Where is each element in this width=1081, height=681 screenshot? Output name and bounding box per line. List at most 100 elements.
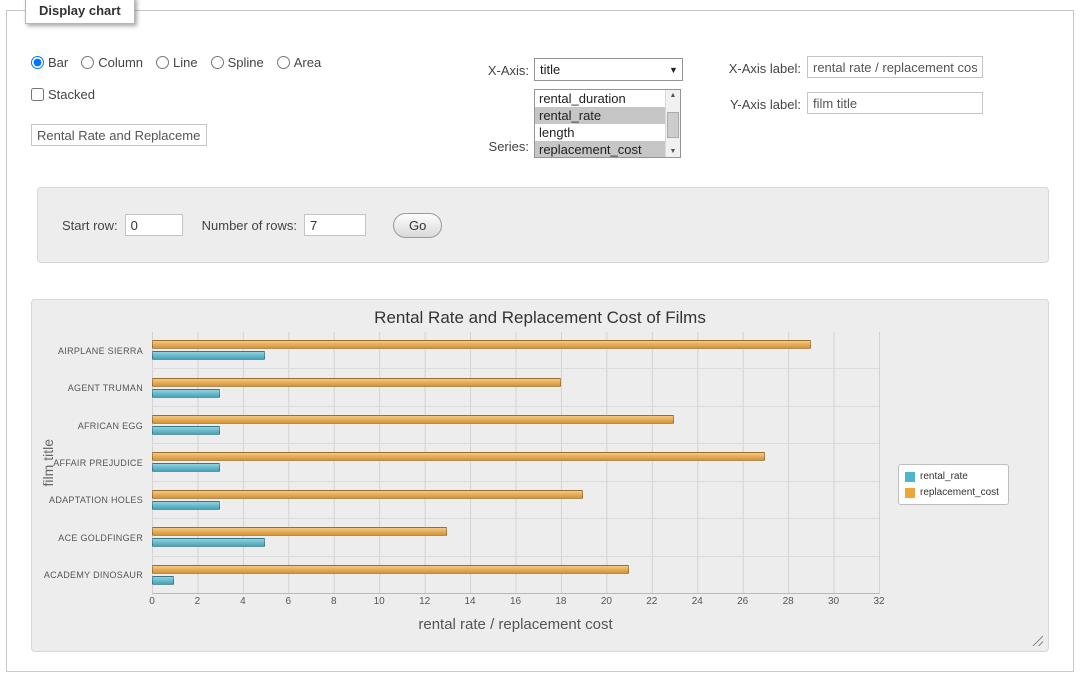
- x-tick-label: 0: [149, 596, 155, 607]
- scroll-up-icon[interactable]: ▲: [666, 92, 680, 99]
- bar-rental_rate[interactable]: [152, 538, 265, 547]
- bar-replacement_cost[interactable]: [152, 378, 561, 387]
- rows-panel: Start row: Number of rows: Go: [37, 187, 1049, 263]
- x-tick-label: 20: [601, 596, 612, 607]
- bar-rental_rate[interactable]: [152, 351, 265, 360]
- x-tick-label: 12: [419, 596, 430, 607]
- chart-title: Rental Rate and Replacement Cost of Film…: [32, 308, 1048, 328]
- bar-group: [152, 518, 879, 555]
- x-tick-label: 28: [783, 596, 794, 607]
- x-tick-label: 14: [465, 596, 476, 607]
- x-axis-ticks: 02468101214161820222426283032: [152, 596, 879, 608]
- chart-body: AIRPLANE SIERRAAGENT TRUMANAFRICAN EGGAF…: [32, 332, 880, 594]
- x-tick-label: 32: [873, 596, 884, 607]
- x-tick-label: 24: [692, 596, 703, 607]
- bar-rental_rate[interactable]: [152, 426, 220, 435]
- chart-type-group: Bar Column Line Spline Area: [31, 55, 321, 70]
- x-axis-selected-value: title: [535, 62, 665, 77]
- chart-type-spline-label: Spline: [228, 55, 264, 70]
- bar-replacement_cost[interactable]: [152, 490, 583, 499]
- num-rows-label: Number of rows:: [202, 218, 297, 233]
- series-listbox-label: Series:: [417, 139, 529, 154]
- scroll-down-icon[interactable]: ▼: [666, 148, 680, 155]
- x-axis-select[interactable]: title ▼: [534, 58, 683, 81]
- bar-rental_rate[interactable]: [152, 463, 220, 472]
- chart-title-input[interactable]: [31, 124, 207, 146]
- chart-type-area[interactable]: Area: [277, 55, 321, 70]
- chart-type-spline-radio[interactable]: [211, 56, 224, 69]
- x-tick-label: 10: [374, 596, 385, 607]
- chart-type-column[interactable]: Column: [81, 55, 143, 70]
- chart-type-bar-radio[interactable]: [31, 56, 44, 69]
- chart-type-area-label: Area: [294, 55, 321, 70]
- scrollbar-thumb[interactable]: [667, 112, 679, 138]
- chart-type-line-label: Line: [173, 55, 198, 70]
- plot-area: [152, 332, 880, 594]
- x-tick-label: 6: [286, 596, 292, 607]
- chevron-down-icon: ▼: [665, 65, 682, 75]
- x-tick-label: 26: [737, 596, 748, 607]
- chart-type-area-radio[interactable]: [277, 56, 290, 69]
- chart-type-bar[interactable]: Bar: [31, 55, 68, 70]
- x-tick-label: 8: [331, 596, 337, 607]
- chart-type-line-radio[interactable]: [156, 56, 169, 69]
- chart-legend: rental_rate replacement_cost: [898, 464, 1009, 505]
- chart-type-bar-label: Bar: [48, 55, 68, 70]
- x-tick-label: 16: [510, 596, 521, 607]
- chart-type-line[interactable]: Line: [156, 55, 198, 70]
- category-label: AGENT TRUMAN: [32, 369, 152, 406]
- stacked-checkbox[interactable]: [31, 88, 44, 101]
- display-chart-fieldset: Display chart Bar Column Line Spline Are…: [6, 10, 1074, 672]
- chart-type-column-label: Column: [98, 55, 143, 70]
- bar-group: [152, 332, 879, 368]
- series-option[interactable]: rental_rate: [535, 107, 665, 124]
- y-axis-label-label: Y-Axis label:: [683, 97, 801, 112]
- legend-item[interactable]: replacement_cost: [905, 487, 999, 498]
- legend-item[interactable]: rental_rate: [905, 471, 999, 482]
- chart-panel: Rental Rate and Replacement Cost of Film…: [31, 299, 1049, 652]
- category-label: AIRPLANE SIERRA: [32, 332, 152, 369]
- x-axis-label-label: X-Axis label:: [683, 61, 801, 76]
- series-option[interactable]: replacement_cost: [535, 141, 665, 157]
- series-listbox[interactable]: rental_durationrental_ratelengthreplacem…: [534, 89, 681, 158]
- x-tick-label: 18: [555, 596, 566, 607]
- bar-replacement_cost[interactable]: [152, 415, 674, 424]
- num-rows-input[interactable]: [304, 214, 366, 236]
- bar-group: [152, 443, 879, 480]
- go-button[interactable]: Go: [393, 213, 442, 238]
- start-row-input[interactable]: [125, 214, 183, 236]
- x-axis-select-label: X-Axis:: [417, 63, 529, 78]
- stacked-option[interactable]: Stacked: [31, 87, 95, 102]
- bar-group: [152, 406, 879, 443]
- category-label: ACE GOLDFINGER: [32, 519, 152, 556]
- x-axis-title: rental rate / replacement cost: [152, 616, 879, 633]
- bar-replacement_cost[interactable]: [152, 527, 447, 536]
- listbox-scrollbar[interactable]: ▲ ▼: [665, 90, 680, 157]
- bar-rental_rate[interactable]: [152, 389, 220, 398]
- series-option[interactable]: rental_duration: [535, 90, 665, 107]
- legend-label: replacement_cost: [920, 487, 999, 498]
- bar-group: [152, 556, 879, 593]
- y-axis-label-input[interactable]: [807, 92, 983, 114]
- x-tick-label: 22: [646, 596, 657, 607]
- category-label: ACADEMY DINOSAUR: [32, 557, 152, 594]
- chart-type-spline[interactable]: Spline: [211, 55, 264, 70]
- bar-rental_rate[interactable]: [152, 501, 220, 510]
- bar-replacement_cost[interactable]: [152, 565, 629, 574]
- x-tick-label: 30: [828, 596, 839, 607]
- bar-replacement_cost[interactable]: [152, 452, 765, 461]
- series-option[interactable]: length: [535, 124, 665, 141]
- bar-rental_rate[interactable]: [152, 576, 174, 585]
- start-row-label: Start row:: [62, 218, 118, 233]
- category-labels: AIRPLANE SIERRAAGENT TRUMANAFRICAN EGGAF…: [32, 332, 152, 594]
- category-label: AFFAIR PREJUDICE: [32, 444, 152, 481]
- chart-type-column-radio[interactable]: [81, 56, 94, 69]
- bar-group: [152, 368, 879, 405]
- legend-label: rental_rate: [920, 471, 968, 482]
- bar-replacement_cost[interactable]: [152, 340, 811, 349]
- x-tick-label: 2: [195, 596, 201, 607]
- x-axis-label-input[interactable]: [807, 56, 983, 78]
- stacked-label: Stacked: [48, 87, 95, 102]
- category-label: AFRICAN EGG: [32, 407, 152, 444]
- resize-handle-icon[interactable]: [1032, 635, 1043, 646]
